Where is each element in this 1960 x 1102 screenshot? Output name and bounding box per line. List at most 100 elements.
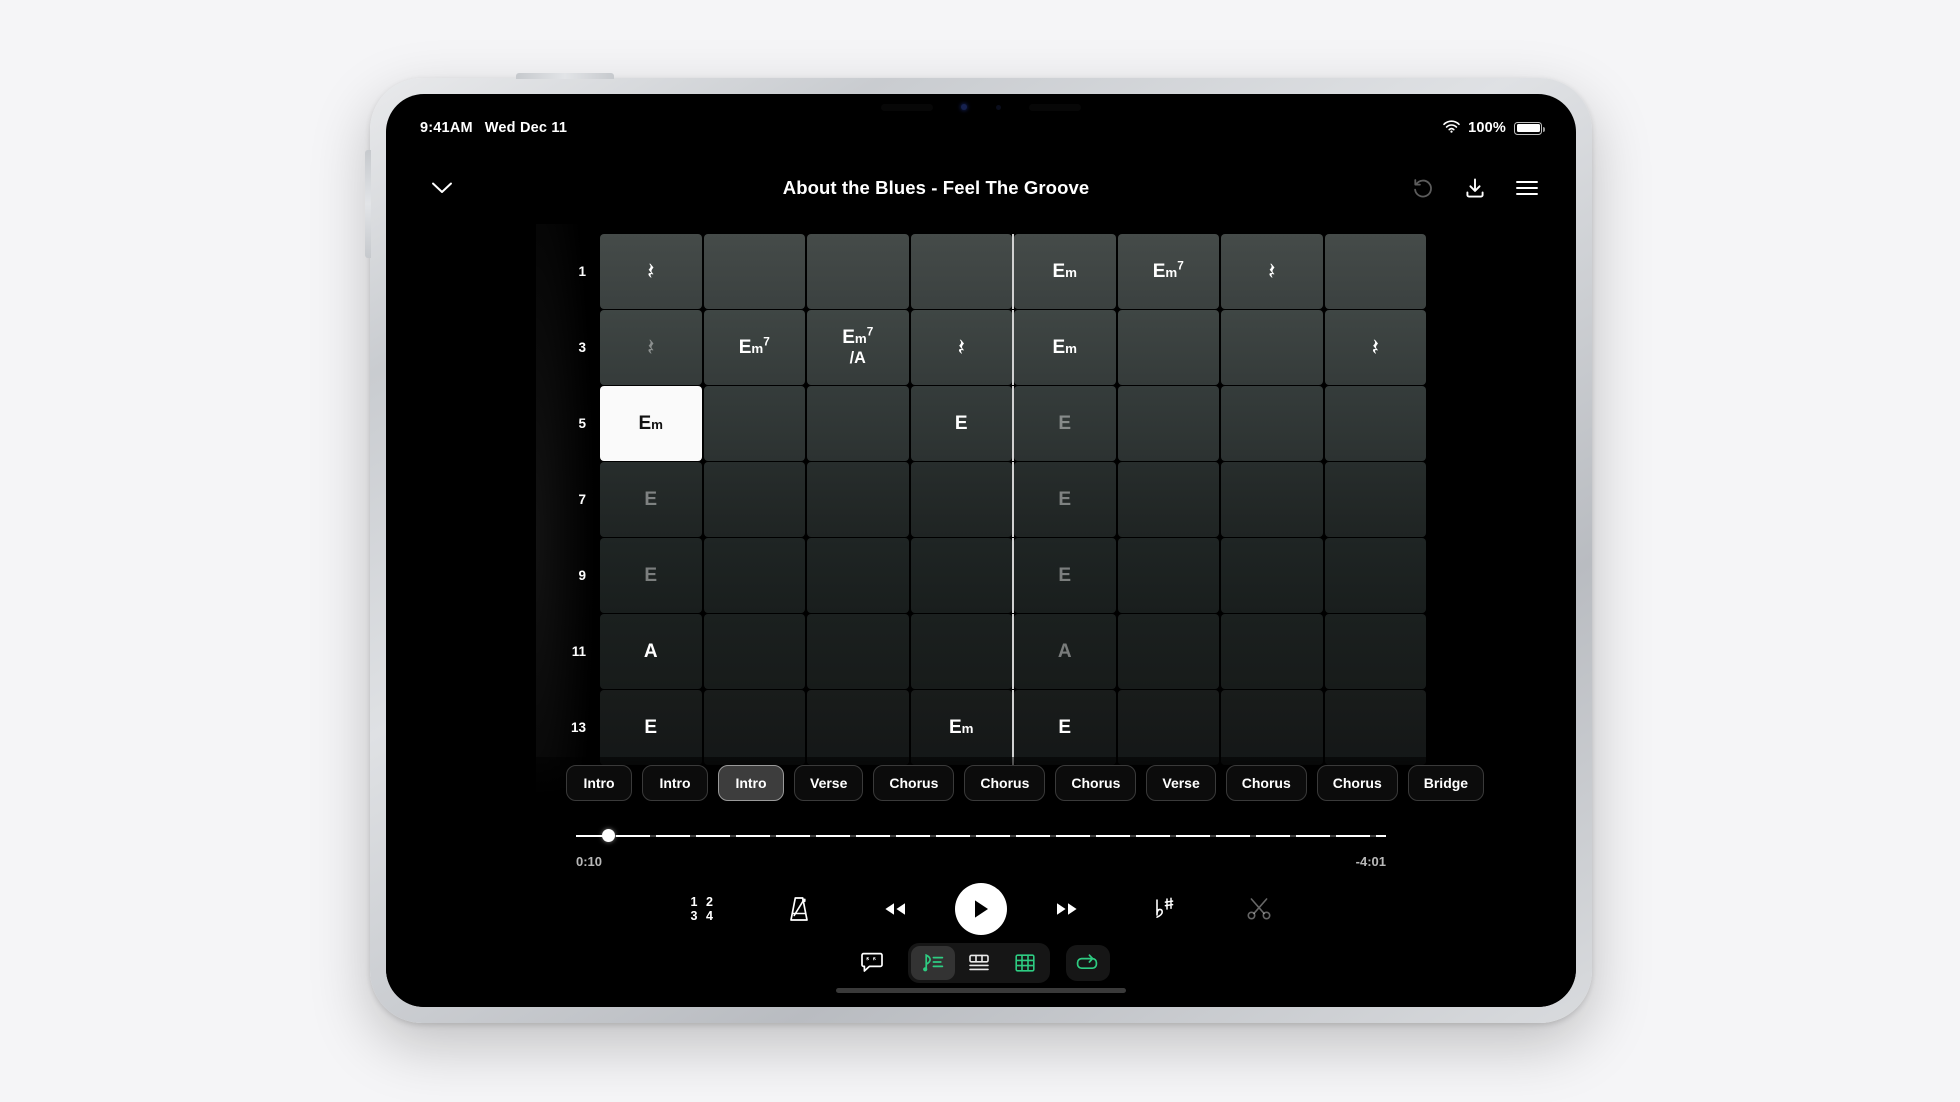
section-pill[interactable]: Bridge (1407, 765, 1485, 801)
section-pill[interactable]: Verse (794, 765, 864, 801)
view-mode-segmented-control[interactable] (908, 943, 1050, 983)
play-icon[interactable] (955, 883, 1007, 935)
chord-cell[interactable] (1221, 538, 1323, 613)
chord-grid-beats: 𝄽 Em Em7 𝄽 (600, 234, 1426, 309)
chord-cell[interactable] (807, 614, 909, 689)
chord-cell[interactable] (1221, 386, 1323, 461)
chord-cell[interactable] (703, 690, 805, 765)
chord-cell[interactable] (1324, 234, 1426, 309)
scrubber-track[interactable] (576, 835, 1386, 837)
section-pill[interactable]: Chorus (873, 765, 955, 801)
chord-cell[interactable] (1117, 310, 1219, 385)
chord-cell[interactable]: E (1012, 462, 1116, 537)
chord-cell[interactable] (703, 386, 805, 461)
count-in-icon[interactable]: 1 2 3 4 (655, 881, 751, 937)
chord-cell[interactable]: E (1012, 538, 1116, 613)
chord-cell[interactable] (807, 386, 909, 461)
chord-cell[interactable]: Em7 (703, 310, 805, 385)
chord-cell[interactable]: Em7 (1117, 234, 1219, 309)
chord-cell[interactable] (703, 462, 805, 537)
status-time: 9:41AM (420, 120, 473, 136)
chord-label: Em7 (1152, 259, 1184, 282)
player-panel: Intro Intro Intro Verse Chorus Chorus Chorus Ve… (386, 757, 1576, 1007)
chevron-down-icon[interactable] (422, 168, 462, 208)
chord-cell[interactable] (703, 614, 805, 689)
chord-cell[interactable]: E (600, 538, 702, 613)
home-indicator[interactable] (836, 988, 1126, 993)
chord-cell[interactable] (1324, 690, 1426, 765)
section-pill[interactable]: Intro (642, 765, 708, 801)
chord-cell[interactable]: 𝄽 (600, 234, 702, 309)
chord-cell[interactable] (1221, 310, 1323, 385)
status-date: Wed Dec 11 (484, 120, 568, 136)
fast-forward-icon[interactable] (1019, 881, 1115, 937)
chord-cell[interactable]: E (1012, 690, 1116, 765)
download-icon[interactable] (1462, 175, 1488, 201)
scissors-icon[interactable] (1211, 881, 1307, 937)
page-root: 9:41AM Wed Dec 11 100% About the Blues -… (0, 0, 1960, 1102)
section-pill[interactable]: Chorus (1225, 765, 1307, 801)
rewind-icon[interactable] (847, 881, 943, 937)
section-pill[interactable]: Chorus (1055, 765, 1137, 801)
chord-cell[interactable] (703, 234, 805, 309)
chord-cell[interactable]: Em (910, 690, 1012, 765)
chord-label: Em7 (738, 335, 770, 358)
chord-cell[interactable]: E (1012, 386, 1116, 461)
section-pill[interactable]: Intro (718, 765, 784, 801)
scrubber-knob[interactable] (601, 829, 615, 842)
playback-scrubber[interactable] (576, 827, 1386, 845)
notation-staff-icon[interactable] (911, 946, 955, 980)
section-pill[interactable]: Chorus (964, 765, 1046, 801)
chord-cell[interactable]: A (1012, 614, 1116, 689)
chord-cell[interactable] (1221, 462, 1323, 537)
chord-cell[interactable] (1117, 614, 1219, 689)
section-pill[interactable]: Verse (1146, 765, 1216, 801)
chord-cell[interactable] (1117, 462, 1219, 537)
chord-cell[interactable] (1117, 386, 1219, 461)
chord-cell[interactable]: 𝄽 (1324, 310, 1426, 385)
chord-cell[interactable] (1324, 386, 1426, 461)
chord-cell[interactable] (807, 462, 909, 537)
chord-cell[interactable]: 𝄽 (1221, 234, 1323, 309)
chord-cell[interactable] (910, 462, 1012, 537)
chord-cell[interactable] (1324, 462, 1426, 537)
chord-cell[interactable] (1117, 538, 1219, 613)
chord-cell[interactable]: Em (1012, 310, 1116, 385)
chord-cell[interactable] (910, 234, 1012, 309)
chord-cell[interactable] (1324, 614, 1426, 689)
chord-cell[interactable] (807, 690, 909, 765)
bar-number-label: 1 (578, 264, 586, 279)
chord-cell[interactable] (1221, 614, 1323, 689)
undo-icon[interactable] (1410, 175, 1436, 201)
chord-cell[interactable]: E (910, 386, 1012, 461)
section-pill[interactable]: Intro (566, 765, 632, 801)
chord-cell[interactable] (910, 614, 1012, 689)
loop-icon[interactable] (1066, 945, 1110, 981)
section-pill[interactable]: Chorus (1316, 765, 1398, 801)
chord-cell[interactable] (1324, 538, 1426, 613)
chord-cell[interactable] (1117, 690, 1219, 765)
transpose-flat-sharp-icon[interactable] (1115, 881, 1211, 937)
chord-cell[interactable] (910, 538, 1012, 613)
metronome-icon[interactable] (751, 881, 847, 937)
chord-grid-beats: EE (600, 462, 1426, 537)
lyrics-bubble-icon[interactable] (852, 945, 892, 981)
tablature-icon[interactable] (957, 946, 1001, 980)
chord-cell[interactable]: Em7/A (807, 310, 909, 385)
chord-cell[interactable]: 𝄽 (910, 310, 1012, 385)
chord-cell[interactable] (807, 538, 909, 613)
chord-cell-active[interactable]: Em (600, 386, 702, 461)
chord-cell[interactable]: A (600, 614, 702, 689)
chord-cell[interactable] (703, 538, 805, 613)
chord-cell[interactable]: Em (1012, 234, 1116, 309)
chord-cell[interactable]: E (600, 462, 702, 537)
chord-cell[interactable]: E (600, 690, 702, 765)
chord-grid-icon[interactable] (1003, 946, 1047, 980)
chord-cell[interactable]: 𝄽 (600, 310, 702, 385)
chord-cell[interactable] (1221, 690, 1323, 765)
chord-cell[interactable] (807, 234, 909, 309)
song-sections-list[interactable]: Intro Intro Intro Verse Chorus Chorus Chorus Ve… (566, 757, 1576, 805)
hamburger-menu-icon[interactable] (1514, 175, 1540, 201)
chord-label: E (1058, 716, 1072, 738)
elapsed-time: 0:10 (576, 854, 603, 869)
